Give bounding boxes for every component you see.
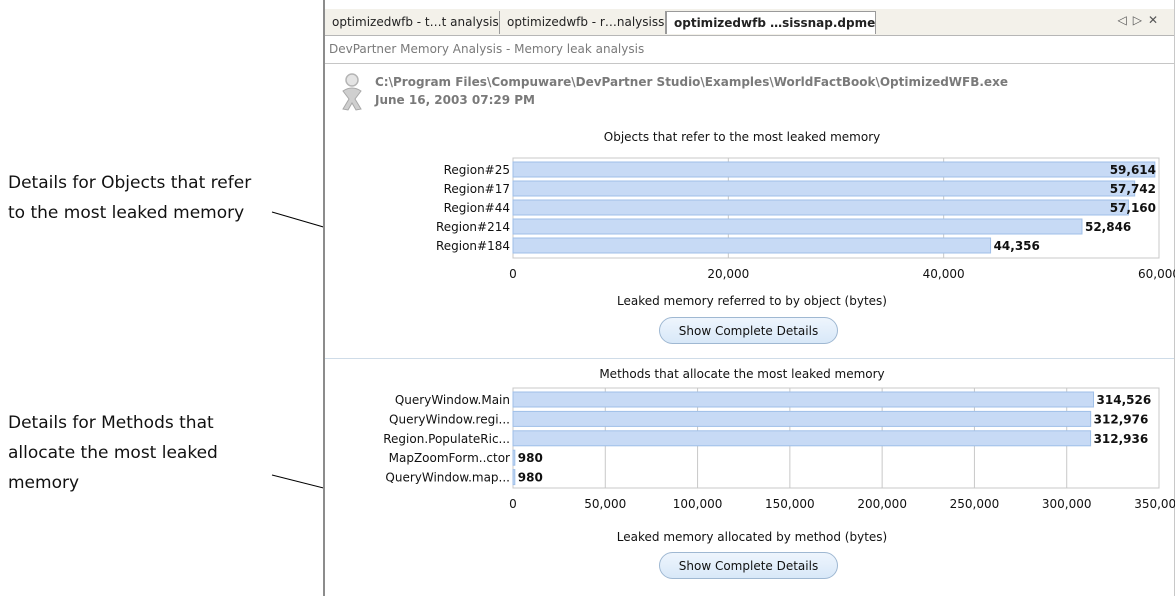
value-label: 980 xyxy=(518,471,543,485)
category-label: Region#44 xyxy=(444,201,510,215)
category-label: MapZoomForm..ctor xyxy=(389,451,510,465)
x-tick-label: 0 xyxy=(509,497,517,511)
axis-title-methods: Leaked memory allocated by method (bytes… xyxy=(616,530,888,544)
chart-objects: 0 20,000 40,000 60,000 Region#25 59,614 Region… xyxy=(436,157,1175,281)
section-divider xyxy=(325,358,1174,359)
x-tick-label: 40,000 xyxy=(923,267,965,281)
callout-objects: Details for Objects that refer to the mo… xyxy=(8,173,252,223)
category-label: QueryWindow.Main xyxy=(395,393,510,407)
bar xyxy=(512,391,1095,408)
show-complete-details-objects-button[interactable]: Show Complete Details xyxy=(659,317,838,344)
bar xyxy=(512,410,1092,427)
bar xyxy=(512,430,1092,447)
x-tick-label: 250,000 xyxy=(950,497,1000,511)
close-icon[interactable]: ✕ xyxy=(1148,13,1164,27)
header-divider xyxy=(325,63,1174,64)
bar xyxy=(512,199,1129,216)
chart-title-objects: Objects that refer to the most leaked me… xyxy=(603,130,881,144)
tab-active-sissnap[interactable]: optimizedwfb …sissnap.dpmem xyxy=(666,11,876,34)
x-tick-label: 150,000 xyxy=(765,497,815,511)
x-tick-label: 50,000 xyxy=(584,497,626,511)
value-label: 44,356 xyxy=(994,239,1040,253)
value-label: 57,160 xyxy=(1110,201,1156,215)
callout-methods: Details for Methods that allocate the mo… xyxy=(8,413,218,493)
document-window: optimizedwfb - t…t analysis3.dpmem optim… xyxy=(323,0,1175,596)
x-tick-label: 350,000 xyxy=(1134,497,1175,511)
value-label: 57,742 xyxy=(1110,182,1156,196)
scroll-right-icon[interactable]: ▷ xyxy=(1133,13,1148,27)
tab-controls: ◁▷✕ xyxy=(1117,13,1164,27)
value-label: 312,976 xyxy=(1094,412,1149,426)
category-label: Region.PopulateRic... xyxy=(383,432,510,446)
value-label: 312,936 xyxy=(1094,432,1149,446)
show-complete-details-methods-button[interactable]: Show Complete Details xyxy=(659,552,838,579)
category-label: Region#214 xyxy=(436,220,510,234)
view-subtitle: DevPartner Memory Analysis - Memory leak… xyxy=(329,42,645,56)
tab-bar: optimizedwfb - t…t analysis3.dpmem optim… xyxy=(325,9,1174,36)
x-tick-label: 20,000 xyxy=(707,267,749,281)
bar xyxy=(512,161,1156,178)
value-label: 980 xyxy=(518,451,543,465)
category-label: Region#25 xyxy=(444,163,510,177)
chart-title-methods: Methods that allocate the most leaked me… xyxy=(599,367,885,381)
bar xyxy=(512,469,516,486)
bar xyxy=(512,218,1083,235)
bar xyxy=(512,237,992,254)
devpartner-person-icon xyxy=(342,73,362,111)
x-tick-label: 60,000 xyxy=(1138,267,1175,281)
category-label: QueryWindow.map... xyxy=(385,471,510,485)
axis-title-objects: Leaked memory referred to by object (byt… xyxy=(617,294,887,308)
value-label: 314,526 xyxy=(1097,393,1152,407)
scroll-left-icon[interactable]: ◁ xyxy=(1117,13,1132,27)
x-tick-label: 300,000 xyxy=(1042,497,1092,511)
value-label: 59,614 xyxy=(1110,163,1156,177)
bar xyxy=(512,449,516,466)
category-label: QueryWindow.regi... xyxy=(389,412,510,426)
program-date: June 16, 2003 07:29 PM xyxy=(375,93,535,107)
x-tick-label: 100,000 xyxy=(673,497,723,511)
tab-analysis3[interactable]: optimizedwfb - t…t analysis3.dpmem xyxy=(325,11,500,34)
x-tick-label: 200,000 xyxy=(857,497,907,511)
program-path: C:\Program Files\Compuware\DevPartner St… xyxy=(375,75,1008,89)
category-label: Region#17 xyxy=(444,182,510,196)
category-label: Region#184 xyxy=(436,239,510,253)
value-label: 52,846 xyxy=(1085,220,1131,234)
chart-methods: 0 50,000 100,000 150,000 200,000 250,000 300,0… xyxy=(383,387,1175,511)
tab-analysissnap[interactable]: optimizedwfb - r…nalysissnap.dpmem xyxy=(500,11,666,34)
bar xyxy=(512,180,1136,197)
x-tick-label: 0 xyxy=(509,267,517,281)
